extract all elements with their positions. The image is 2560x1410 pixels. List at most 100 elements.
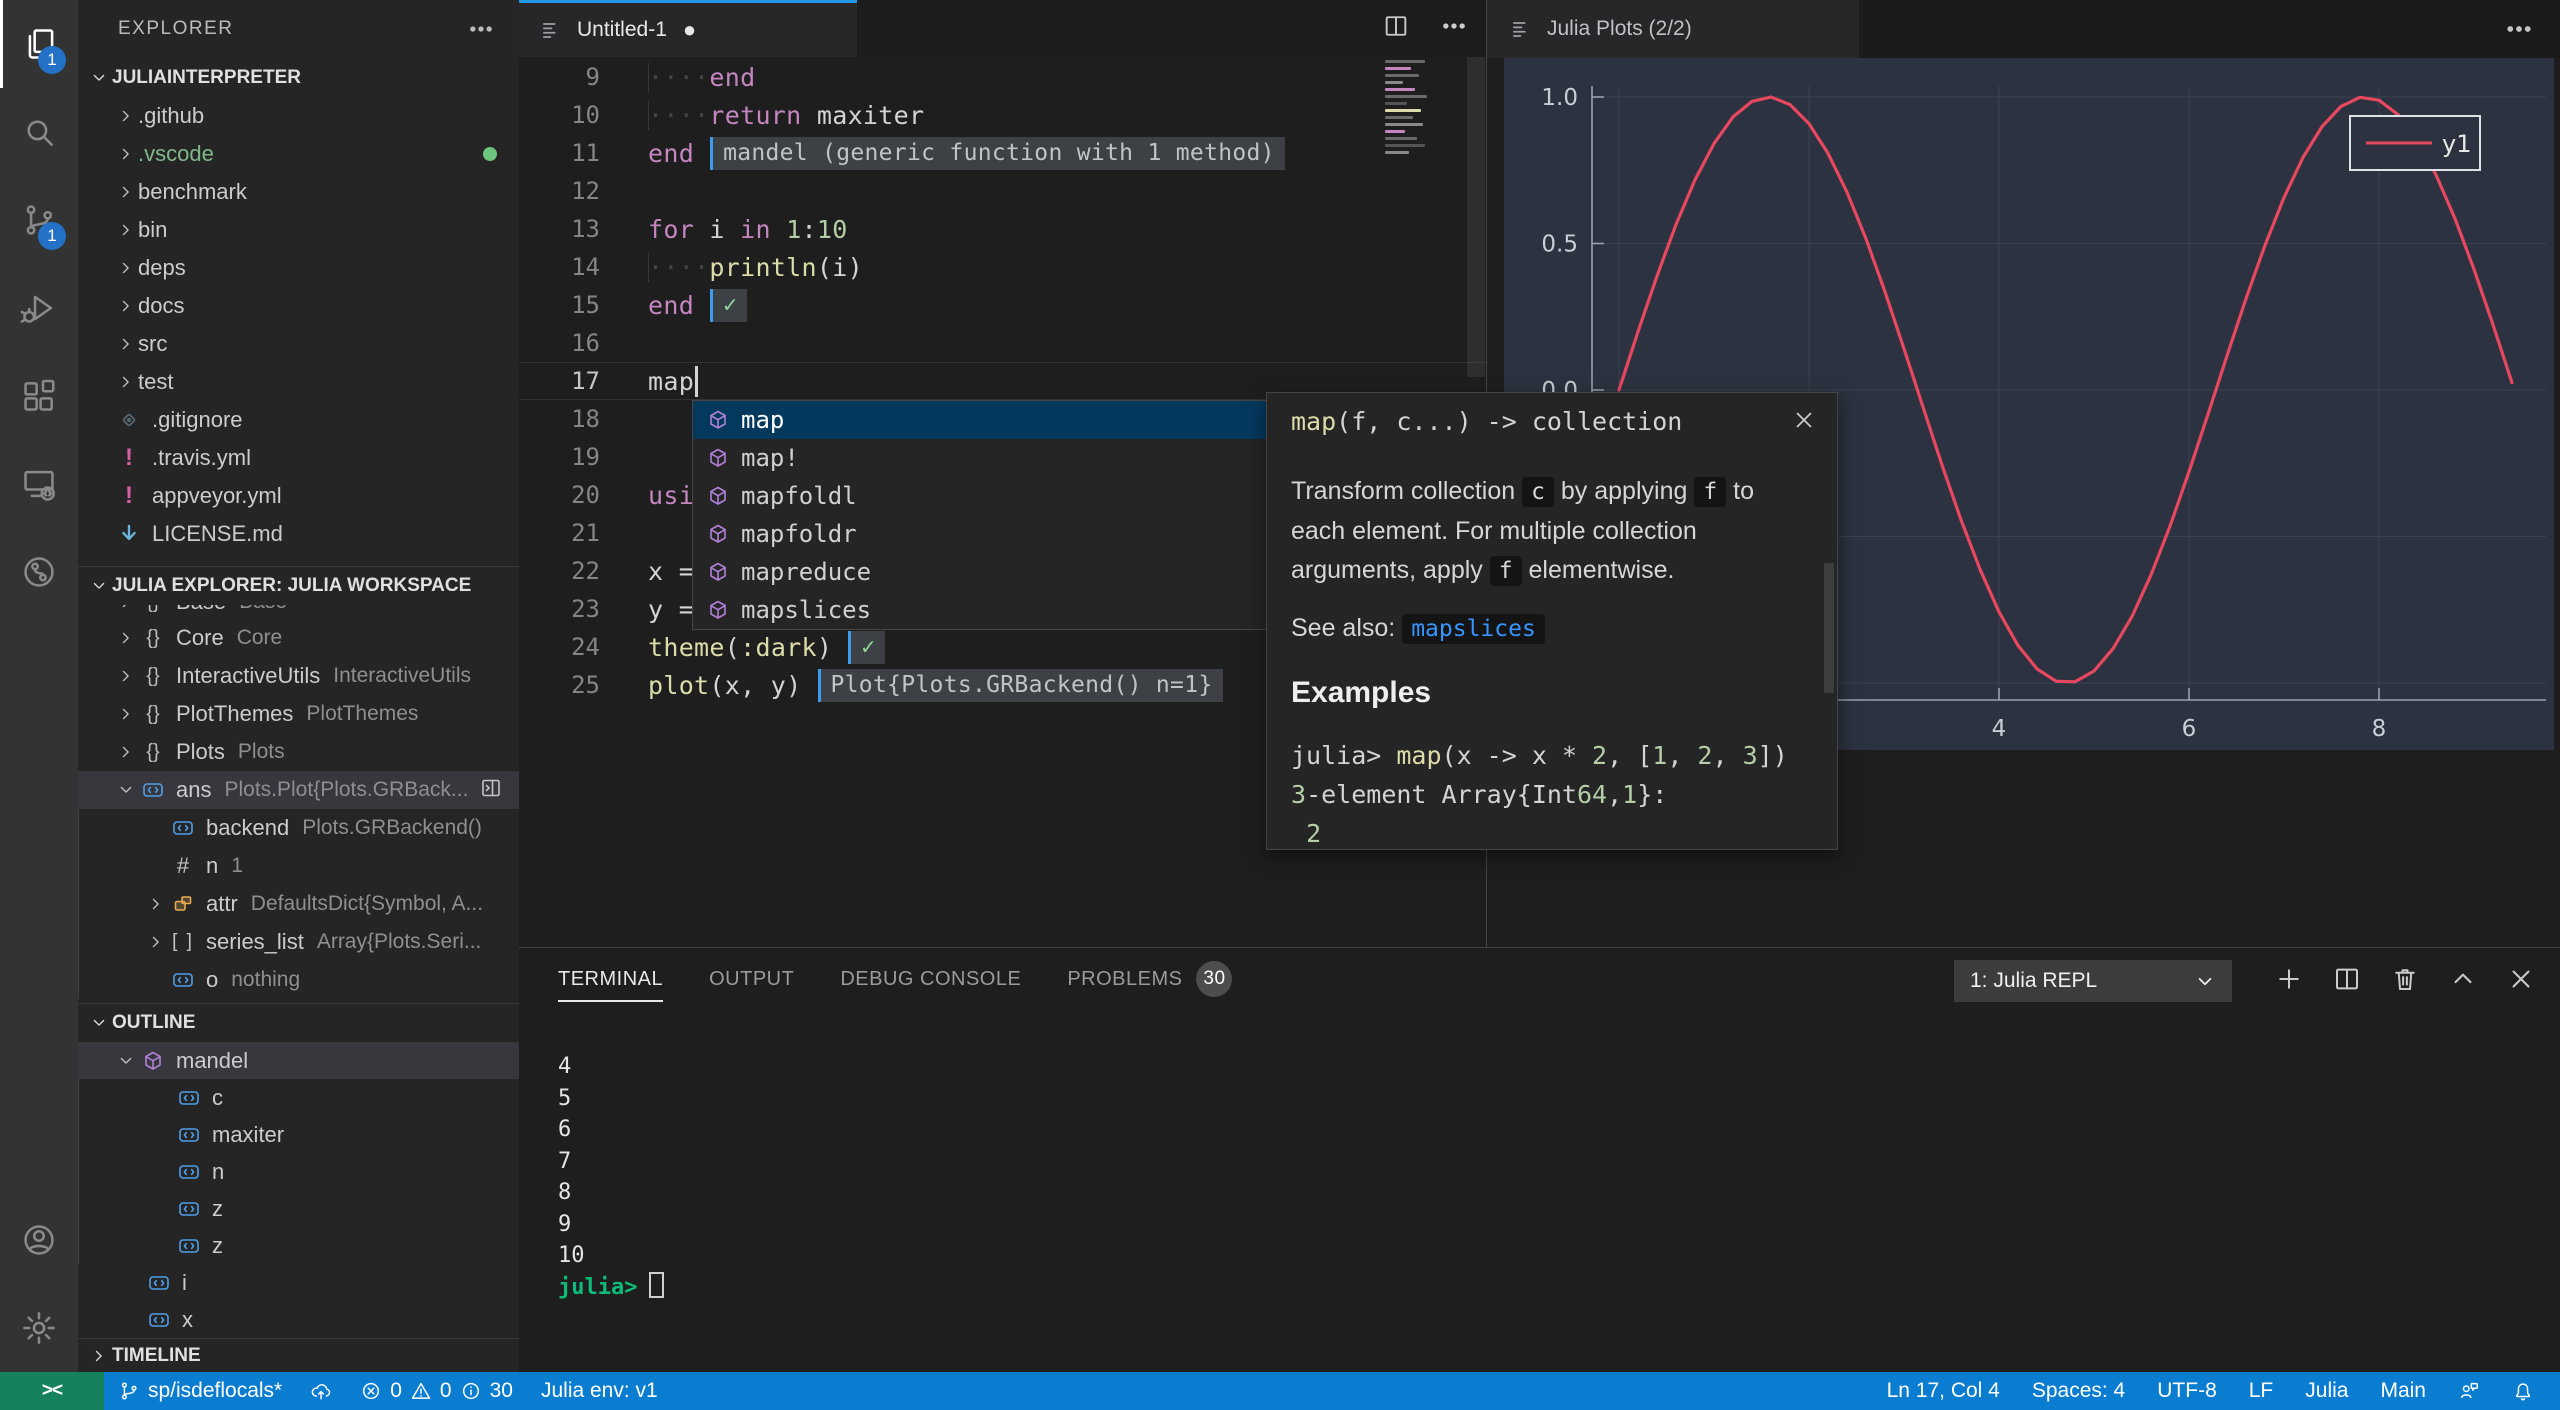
tree-item-appveyor-yml[interactable]: ! appveyor.yml bbox=[78, 477, 519, 515]
item-label: z bbox=[212, 1195, 223, 1221]
tree-item-docs[interactable]: docs bbox=[78, 287, 519, 325]
close-panel-icon[interactable] bbox=[2506, 964, 2536, 999]
diagnostics-status[interactable]: 0 0 30 bbox=[346, 1372, 527, 1410]
terminal-tab-problems[interactable]: PROBLEMS 30 bbox=[1067, 948, 1233, 1010]
tree-item-maxiter[interactable]: maxiter bbox=[78, 1116, 519, 1153]
tree-item-plots[interactable]: {} Plots Plots bbox=[78, 733, 519, 771]
status-item-spaces-4[interactable]: Spaces: 4 bbox=[2016, 1372, 2141, 1410]
suggest-item-mapreduce[interactable]: mapreduce bbox=[693, 553, 1267, 591]
code-line-11[interactable]: 11 end mandel (generic function with 1 met… bbox=[519, 134, 1486, 172]
editor-more-actions-icon[interactable] bbox=[1440, 12, 1468, 45]
terminal-output[interactable]: 4 5 6 7 8 9 10 julia> bbox=[558, 1051, 665, 1304]
tree-item-z[interactable]: z bbox=[78, 1190, 519, 1227]
tree-item-plotthemes[interactable]: {} PlotThemes PlotThemes bbox=[78, 695, 519, 733]
terminal-prompt-line[interactable]: julia> bbox=[558, 1271, 665, 1304]
activity-bar: 11 bbox=[0, 0, 78, 1372]
remote-indicator[interactable]: >< bbox=[0, 1372, 104, 1410]
tree-item-o[interactable]: o nothing bbox=[78, 961, 519, 999]
suggest-item-mapfoldr[interactable]: mapfoldr bbox=[693, 515, 1267, 553]
status-item-bell[interactable] bbox=[2496, 1372, 2550, 1410]
suggest-item-map![interactable]: map! bbox=[693, 439, 1267, 477]
tree-item-x[interactable]: x bbox=[78, 1301, 519, 1338]
code-line-13[interactable]: 13 for i in 1:10 bbox=[519, 210, 1486, 248]
terminal-tab-terminal[interactable]: TERMINAL bbox=[558, 948, 664, 1010]
item-label: backend bbox=[206, 815, 290, 840]
tree-item-z[interactable]: z bbox=[78, 1227, 519, 1264]
status-item-main[interactable]: Main bbox=[2364, 1372, 2442, 1410]
tree-item--vscode[interactable]: .vscode bbox=[78, 135, 519, 173]
tree-item-i[interactable]: i bbox=[78, 1264, 519, 1301]
tree-item--github[interactable]: .github bbox=[78, 97, 519, 135]
tab-julia-plots[interactable]: Julia Plots (2/2) bbox=[1487, 0, 1859, 58]
code-line-10[interactable]: 10 ···· return maxiter bbox=[519, 96, 1486, 134]
status-item-julia-env-v1[interactable]: Julia env: v1 bbox=[527, 1372, 672, 1410]
plots-more-actions-icon[interactable] bbox=[2504, 0, 2534, 58]
tree-item-base[interactable]: {} Base Base bbox=[78, 605, 519, 619]
split-terminal-icon[interactable] bbox=[2332, 964, 2362, 999]
status-item-cloud-upload[interactable] bbox=[296, 1372, 346, 1410]
suggest-item-map[interactable]: map bbox=[693, 401, 1267, 439]
activity-account[interactable] bbox=[0, 1196, 78, 1284]
suggest-item-mapslices[interactable]: mapslices bbox=[693, 591, 1267, 629]
explorer-more-actions-icon[interactable] bbox=[467, 15, 495, 43]
editor-scrollbar[interactable] bbox=[1467, 57, 1485, 377]
suggest-item-mapfoldl[interactable]: mapfoldl bbox=[693, 477, 1267, 515]
code-line-9[interactable]: 9 ···· end bbox=[519, 58, 1486, 96]
terminal-tab-debug-console[interactable]: DEBUG CONSOLE bbox=[840, 948, 1021, 1010]
code-line-12[interactable]: 12 bbox=[519, 172, 1486, 210]
tree-item--travis-yml[interactable]: ! .travis.yml bbox=[78, 439, 519, 477]
tree-item-deps[interactable]: deps bbox=[78, 249, 519, 287]
tree-item-series-list[interactable]: [ ] series_list Array{Plots.Seri... bbox=[78, 923, 519, 961]
section-header-juliainterpreter[interactable]: JULIAINTERPRETER bbox=[78, 58, 519, 97]
tree-item-license-md[interactable]: LICENSE.md bbox=[78, 515, 519, 553]
close-icon[interactable] bbox=[1791, 407, 1817, 438]
tree-item-bin[interactable]: bin bbox=[78, 211, 519, 249]
terminal-selector-dropdown[interactable]: 1: Julia REPL bbox=[1954, 960, 2232, 1002]
activity-run-debug[interactable] bbox=[0, 264, 78, 352]
activity-version-control-circle[interactable] bbox=[0, 528, 78, 616]
maximize-panel-icon[interactable] bbox=[2448, 964, 2478, 999]
tree-item-c[interactable]: c bbox=[78, 1079, 519, 1116]
code-line-15[interactable]: 15 end ✓ bbox=[519, 286, 1486, 324]
activity-extensions[interactable] bbox=[0, 352, 78, 440]
tree-item-interactiveutils[interactable]: {} InteractiveUtils InteractiveUtils bbox=[78, 657, 519, 695]
activity-settings[interactable] bbox=[0, 1284, 78, 1372]
status-item-lf[interactable]: LF bbox=[2233, 1372, 2290, 1410]
section-header-timeline[interactable]: TIMELINE bbox=[78, 1338, 519, 1372]
activity-search[interactable] bbox=[0, 88, 78, 176]
tree-item-core[interactable]: {} Core Core bbox=[78, 619, 519, 657]
chevron-right-icon bbox=[114, 258, 138, 278]
doc-link-mapslices[interactable]: mapslices bbox=[1402, 614, 1545, 644]
section-header-julia-workspace[interactable]: JULIA EXPLORER: JULIA WORKSPACE bbox=[78, 566, 519, 605]
section-header-outline[interactable]: OUTLINE bbox=[78, 1003, 519, 1042]
code-line-16[interactable]: 16 bbox=[519, 324, 1486, 362]
code-line-14[interactable]: 14 ···· println (i) bbox=[519, 248, 1486, 286]
tree-item--gitignore[interactable]: .gitignore bbox=[78, 401, 519, 439]
status-item-ln-17-col-4[interactable]: Ln 17, Col 4 bbox=[1871, 1372, 2016, 1410]
text-segment: 1 bbox=[1652, 741, 1668, 770]
status-item-utf-8[interactable]: UTF-8 bbox=[2141, 1372, 2233, 1410]
tree-item-n[interactable]: # n 1 bbox=[78, 847, 519, 885]
tree-item-test[interactable]: test bbox=[78, 363, 519, 401]
tree-item-backend[interactable]: backend Plots.GRBackend() bbox=[78, 809, 519, 847]
tree-item-attr[interactable]: attr DefaultsDict{Symbol, A... bbox=[78, 885, 519, 923]
status-item-feedback[interactable] bbox=[2442, 1372, 2496, 1410]
doc-scrollbar[interactable] bbox=[1824, 563, 1834, 693]
activity-explorer[interactable]: 1 bbox=[0, 0, 78, 88]
tree-item-ans[interactable]: ans Plots.Plot{Plots.GRBack... bbox=[78, 771, 519, 809]
activity-remote-explorer[interactable] bbox=[0, 440, 78, 528]
status-item-julia[interactable]: Julia bbox=[2289, 1372, 2364, 1410]
tree-item-benchmark[interactable]: benchmark bbox=[78, 173, 519, 211]
tree-item-n[interactable]: n bbox=[78, 1153, 519, 1190]
tree-item-mandel[interactable]: mandel bbox=[78, 1042, 519, 1079]
tab-untitled-1[interactable]: Untitled-1 ● bbox=[519, 0, 857, 57]
activity-source-control[interactable]: 1 bbox=[0, 176, 78, 264]
open-editor-icon[interactable] bbox=[479, 776, 503, 805]
minimap[interactable] bbox=[1385, 60, 1431, 158]
new-terminal-icon[interactable] bbox=[2274, 964, 2304, 999]
kill-terminal-icon[interactable] bbox=[2390, 964, 2420, 999]
status-item-sp-isdeflocals-[interactable]: sp/isdeflocals* bbox=[104, 1372, 296, 1410]
split-editor-icon[interactable] bbox=[1382, 12, 1410, 45]
tree-item-src[interactable]: src bbox=[78, 325, 519, 363]
terminal-tab-output[interactable]: OUTPUT bbox=[709, 948, 794, 1010]
